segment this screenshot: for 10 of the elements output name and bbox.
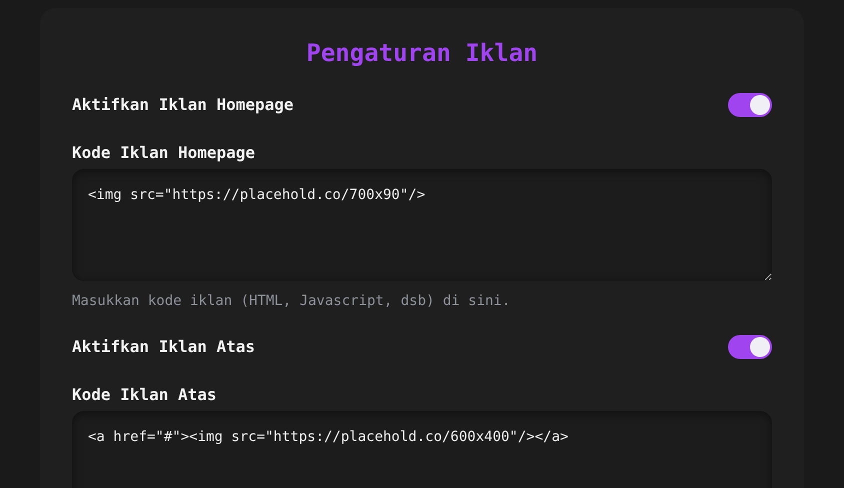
- page-title: Pengaturan Iklan: [305, 38, 539, 69]
- code-input-field[interactable]: <a href="#"><img src="https://placehold.co/600x400"/></a>: [72, 411, 772, 488]
- code-input-field[interactable]: <img src="https://placehold.co/700x90"/>: [72, 169, 772, 281]
- field-label: Kode Iklan Homepage: [72, 142, 256, 164]
- field-label: Kode Iklan Atas: [72, 384, 218, 406]
- help-text: Masukkan kode iklan (HTML, Javascript, dsb) di sini.: [72, 292, 512, 311]
- toggle-switch[interactable]: [728, 335, 772, 359]
- toggle-label: Aktifkan Iklan Homepage: [72, 94, 294, 116]
- toggle-switch[interactable]: [728, 93, 772, 117]
- toggle-label: Aktifkan Iklan Atas: [72, 336, 256, 358]
